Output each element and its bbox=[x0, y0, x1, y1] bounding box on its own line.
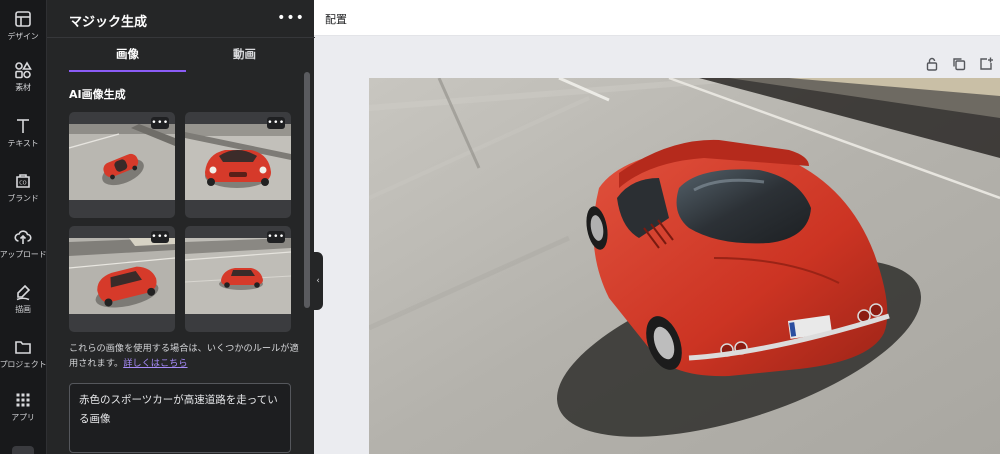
rail-label-text: テキスト bbox=[7, 139, 39, 148]
brand-icon: CO bbox=[16, 174, 30, 188]
shapes-icon bbox=[15, 61, 32, 79]
rail-item-brand[interactable]: CO ブランド bbox=[0, 162, 46, 214]
apps-icon bbox=[16, 393, 30, 407]
rail-item-projects[interactable]: プロジェクト bbox=[0, 328, 47, 380]
folder-icon bbox=[15, 341, 31, 354]
layout-icon bbox=[15, 11, 31, 27]
thumb-more-button-1[interactable]: ••• bbox=[151, 117, 169, 129]
rail-item-upload[interactable]: アップロード bbox=[0, 218, 47, 270]
rail-label-design: デザイン bbox=[7, 32, 39, 41]
red-sports-car-image bbox=[369, 78, 1000, 454]
rail-label-projects: プロジェクト bbox=[0, 360, 47, 369]
prompt-input[interactable]: 赤色のスポーツカーが高速道路を走っている画像 bbox=[69, 383, 291, 453]
thumb-more-button-2[interactable]: ••• bbox=[267, 117, 285, 129]
thumb-more-button-4[interactable]: ••• bbox=[267, 231, 285, 243]
editor-topbar: 配置 bbox=[314, 0, 1000, 36]
text-icon bbox=[17, 119, 29, 133]
rail-label-elements: 素材 bbox=[15, 83, 31, 92]
tab-video[interactable]: 動画 bbox=[186, 46, 303, 72]
panel-more-button[interactable]: ••• bbox=[277, 10, 304, 26]
add-page-icon[interactable] bbox=[978, 56, 994, 72]
generated-image-1[interactable]: ••• bbox=[69, 112, 175, 218]
thumb-image-2 bbox=[185, 124, 291, 200]
rail-item-apps[interactable]: アプリ bbox=[0, 381, 46, 433]
learn-more-link[interactable]: 詳しくはこちら bbox=[123, 358, 187, 369]
thumb-more-button-3[interactable]: ••• bbox=[151, 231, 169, 243]
rail-item-draw[interactable]: 描画 bbox=[0, 273, 46, 325]
magic-generate-panel: マジック生成 ••• 画像 動画 AI画像生成 ••• ••• ••• ••• … bbox=[46, 0, 315, 454]
thumb-image-1 bbox=[69, 124, 175, 200]
generated-image-2[interactable]: ••• bbox=[185, 112, 291, 218]
position-button[interactable]: 配置 bbox=[325, 11, 347, 27]
generated-image-3[interactable]: ••• bbox=[69, 226, 175, 332]
rail-avatar[interactable] bbox=[12, 446, 34, 454]
rail-item-text[interactable]: テキスト bbox=[0, 107, 46, 159]
rail-label-apps: アプリ bbox=[11, 413, 35, 422]
rail-item-design[interactable]: デザイン bbox=[0, 0, 46, 52]
panel-header: マジック生成 ••• bbox=[47, 0, 315, 38]
design-canvas[interactable] bbox=[369, 78, 1000, 454]
rail-label-brand: ブランド bbox=[7, 194, 39, 203]
thumb-image-4 bbox=[185, 238, 291, 314]
lock-icon[interactable] bbox=[924, 56, 940, 72]
panel-scrollbar[interactable] bbox=[304, 72, 310, 308]
panel-title: マジック生成 bbox=[69, 15, 148, 30]
section-title-ai-image: AI画像生成 bbox=[69, 88, 126, 101]
rail-item-elements[interactable]: 素材 bbox=[0, 51, 46, 103]
draw-icon bbox=[16, 284, 31, 301]
tab-image[interactable]: 画像 bbox=[69, 46, 186, 72]
thumb-image-3 bbox=[69, 238, 175, 314]
duplicate-icon[interactable] bbox=[951, 56, 967, 72]
rail-label-draw: 描画 bbox=[15, 305, 31, 314]
usage-notice: これらの画像を使用する場合は、いくつかのルールが適用されます。詳しくはこちら bbox=[69, 341, 299, 371]
collapse-panel-handle[interactable]: ‹ bbox=[313, 252, 323, 310]
icon-rail: デザイン 素材 テキスト CO ブランド アップロード 描画 プロジェクト アプ… bbox=[0, 0, 47, 454]
upload-icon bbox=[14, 230, 32, 244]
generated-image-4[interactable]: ••• bbox=[185, 226, 291, 332]
rail-label-upload: アップロード bbox=[0, 250, 47, 259]
svg-text:CO: CO bbox=[19, 181, 26, 187]
